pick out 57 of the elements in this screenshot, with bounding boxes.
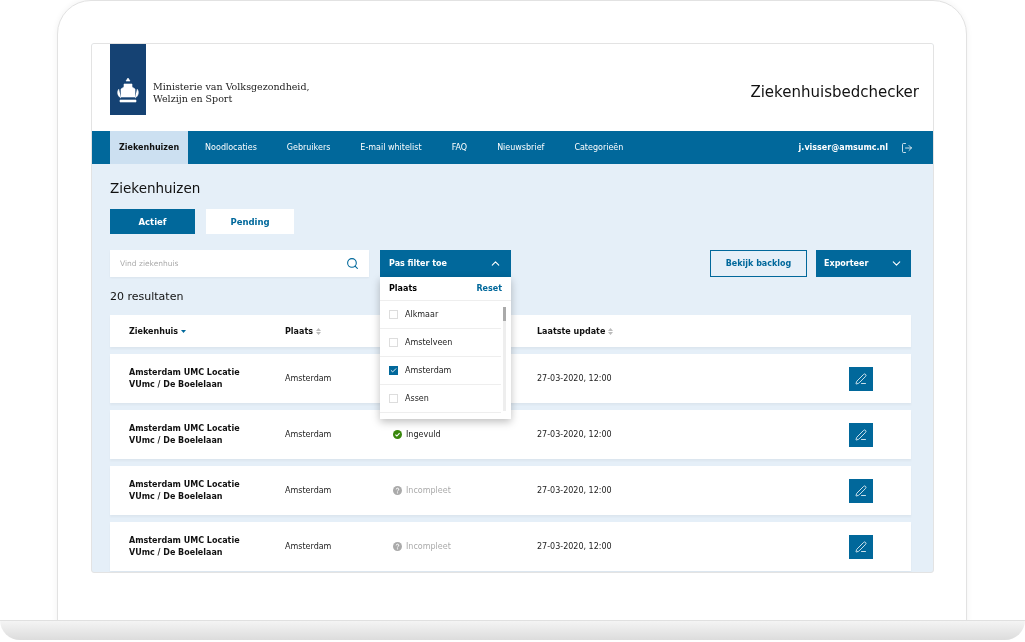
pencil-icon — [855, 484, 867, 497]
updated-cell-text: 27-03-2020, 12:00 — [537, 374, 613, 383]
export-button[interactable]: Exporteer — [816, 250, 911, 277]
nav-item[interactable]: FAQ — [451, 131, 468, 164]
pencil-icon — [855, 428, 867, 441]
option-label[interactable]: Amsterdam — [405, 366, 452, 375]
ministry-name: Welzijn en Sport — [153, 93, 234, 105]
column-header[interactable]: Laatste update — [537, 326, 606, 336]
checkbox[interactable] — [389, 366, 398, 375]
pencil-icon — [855, 540, 867, 553]
updated-cell-text: 27-03-2020, 12:00 — [537, 542, 613, 551]
page-title: Ziekenhuizen — [110, 180, 202, 196]
nav-item[interactable]: Nieuwsbrief — [497, 131, 545, 164]
check-circle-icon — [393, 430, 402, 439]
status-label: Ingevuld — [406, 430, 441, 439]
updated-cell-text: 27-03-2020, 12:00 — [537, 430, 613, 439]
user-email[interactable]: j.visser@amsumc.nl — [798, 143, 888, 152]
nav-item[interactable]: Ziekenhuizen — [110, 131, 189, 164]
nav-item[interactable]: E-mail whitelist — [360, 131, 422, 164]
city-cell-text: Amsterdam — [285, 374, 333, 383]
ministry-name: Ministerie van Volksgezondheid, — [153, 81, 310, 93]
question-circle-icon — [393, 486, 402, 495]
filter-button[interactable]: Pas filter toe — [380, 250, 511, 277]
logout-icon[interactable] — [901, 141, 913, 154]
option-label[interactable]: Alkmaar — [405, 310, 439, 319]
edit-button[interactable] — [849, 478, 873, 503]
edit-button[interactable] — [849, 422, 873, 447]
city-cell-text: Amsterdam — [285, 430, 333, 439]
nav-item[interactable]: Gebruikers — [286, 131, 331, 164]
city-cell-text: Amsterdam — [285, 486, 333, 495]
hospital-name: Amsterdam UMC Locatie VUmc / De Boelelaan — [129, 422, 241, 447]
sort-down-icon[interactable] — [181, 329, 187, 333]
nav-item[interactable]: Categorieën — [574, 131, 624, 164]
tab[interactable]: Pending — [206, 209, 294, 234]
nav-item[interactable]: Noodlocaties — [205, 131, 257, 164]
updated-cell-text: 27-03-2020, 12:00 — [537, 486, 613, 495]
backlog-button[interactable]: Bekijk backlog — [710, 250, 807, 277]
result-count: 20 resultaten — [110, 290, 185, 303]
edit-button[interactable] — [849, 366, 873, 391]
question-circle-icon — [393, 542, 402, 551]
reset-link[interactable]: Reset — [476, 284, 502, 293]
hospital-name: Amsterdam UMC Locatie VUmc / De Boelelaan — [129, 534, 241, 559]
column-header[interactable]: Ziekenhuis — [129, 326, 179, 336]
hospital-name: Amsterdam UMC Locatie VUmc / De Boelelaan — [129, 478, 241, 503]
column-header[interactable]: Plaats — [285, 326, 313, 336]
option-label[interactable]: Assen — [405, 394, 429, 403]
hospital-name: Amsterdam UMC Locatie VUmc / De Boelelaan — [129, 366, 241, 391]
status-label: Incompleet — [406, 486, 451, 495]
app-title: Ziekenhuisbedchecker — [750, 83, 919, 101]
filter-title: Plaats — [389, 284, 417, 293]
tab[interactable]: Actief — [110, 209, 195, 234]
city-cell-text: Amsterdam — [285, 542, 333, 551]
edit-button[interactable] — [849, 534, 873, 559]
status-label: Incompleet — [406, 542, 451, 551]
search-icon[interactable] — [346, 257, 359, 270]
pencil-icon — [855, 372, 867, 385]
option-label[interactable]: Amstelveen — [405, 338, 453, 347]
